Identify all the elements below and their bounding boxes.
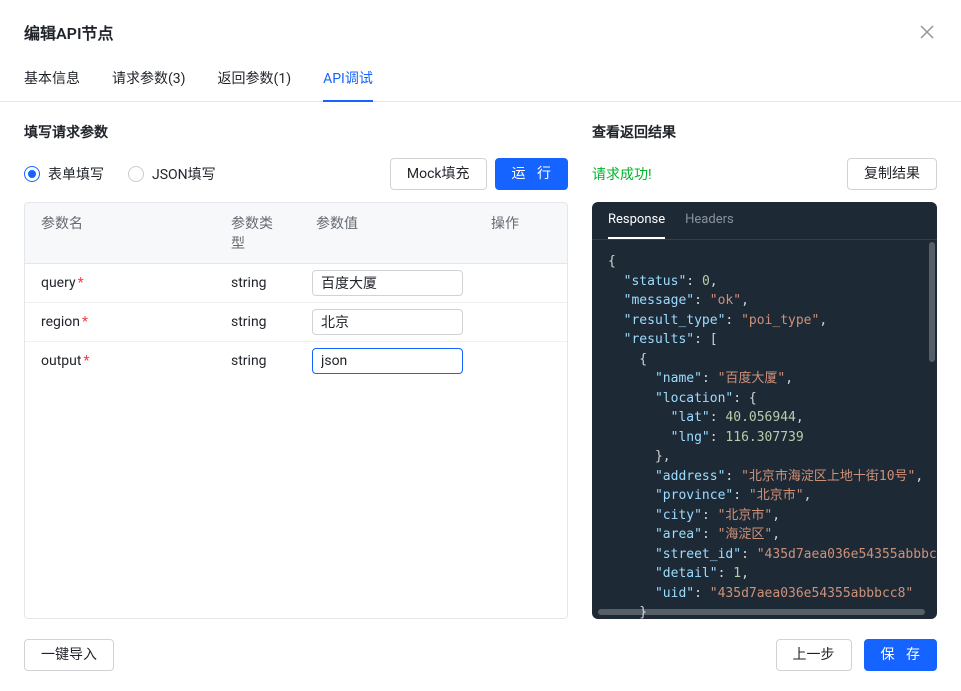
response-code[interactable]: { "status": 0, "message": "ok", "result_…	[592, 240, 937, 619]
tab-headers[interactable]: Headers	[685, 212, 734, 239]
param-type: string	[215, 267, 300, 299]
status-row: 请求成功! 复制结果	[592, 158, 937, 190]
radio-json-fill[interactable]: JSON填写	[128, 164, 216, 184]
header-action: 操作	[475, 203, 567, 263]
radio-label: 表单填写	[48, 164, 104, 184]
tab-bar: 基本信息 请求参数(3) 返回参数(1) API调试	[0, 60, 961, 102]
modal-footer: 一键导入 上一步 保 存	[0, 619, 961, 691]
required-mark: *	[83, 353, 89, 369]
import-button[interactable]: 一键导入	[24, 639, 114, 671]
response-panel: 查看返回结果 请求成功! 复制结果 Response Headers { "st…	[592, 122, 937, 619]
mock-fill-button[interactable]: Mock填充	[390, 158, 487, 190]
request-panel: 填写请求参数 表单填写 JSON填写 Mock填充 运 行	[24, 122, 568, 619]
response-box: Response Headers { "status": 0, "message…	[592, 202, 937, 619]
tab-response-params[interactable]: 返回参数(1)	[218, 60, 292, 102]
tab-basic-info[interactable]: 基本信息	[24, 60, 80, 102]
fill-mode-radio-group: 表单填写 JSON填写	[24, 164, 216, 184]
header-name: 参数名	[25, 203, 215, 263]
param-name: output*	[25, 345, 215, 377]
param-value-input[interactable]	[312, 348, 463, 374]
tab-request-params[interactable]: 请求参数(3)	[112, 60, 186, 102]
footer-right: 上一步 保 存	[776, 639, 937, 671]
close-icon[interactable]	[917, 22, 937, 42]
scrollbar-horizontal[interactable]	[598, 609, 925, 615]
required-mark: *	[82, 314, 88, 330]
copy-result-button[interactable]: 复制结果	[847, 158, 937, 190]
edit-api-modal: 编辑API节点 基本信息 请求参数(3) 返回参数(1) API调试 填写请求参…	[0, 0, 961, 691]
radio-icon	[128, 166, 144, 182]
response-tabs: Response Headers	[592, 202, 937, 240]
run-button[interactable]: 运 行	[495, 158, 568, 190]
radio-icon	[24, 166, 40, 182]
param-type: string	[215, 345, 300, 377]
param-table: 参数名 参数类型 参数值 操作 query* string region* st…	[24, 202, 568, 619]
modal-header: 编辑API节点	[0, 0, 961, 60]
request-title: 填写请求参数	[24, 122, 568, 142]
param-name: query*	[25, 267, 215, 299]
radio-form-fill[interactable]: 表单填写	[24, 164, 104, 184]
table-row: region* string	[25, 303, 567, 342]
modal-body: 填写请求参数 表单填写 JSON填写 Mock填充 运 行	[0, 102, 961, 619]
controls-row: 表单填写 JSON填写 Mock填充 运 行	[24, 158, 568, 190]
param-type: string	[215, 306, 300, 338]
param-value-input[interactable]	[312, 270, 463, 296]
radio-label: JSON填写	[152, 164, 216, 184]
table-row: output* string	[25, 342, 567, 380]
modal-title: 编辑API节点	[24, 20, 114, 44]
action-buttons: Mock填充 运 行	[390, 158, 568, 190]
header-type: 参数类型	[215, 203, 300, 263]
response-title: 查看返回结果	[592, 122, 937, 142]
scrollbar-vertical[interactable]	[929, 242, 935, 362]
status-badge: 请求成功!	[592, 164, 652, 184]
save-button[interactable]: 保 存	[864, 639, 937, 671]
param-table-header: 参数名 参数类型 参数值 操作	[25, 203, 567, 264]
required-mark: *	[78, 275, 84, 291]
param-value-input[interactable]	[312, 309, 463, 335]
tab-response[interactable]: Response	[608, 212, 665, 239]
tab-api-debug[interactable]: API调试	[323, 60, 373, 102]
header-value: 参数值	[300, 203, 475, 263]
param-name: region*	[25, 306, 215, 338]
table-row: query* string	[25, 264, 567, 303]
prev-step-button[interactable]: 上一步	[776, 639, 852, 671]
